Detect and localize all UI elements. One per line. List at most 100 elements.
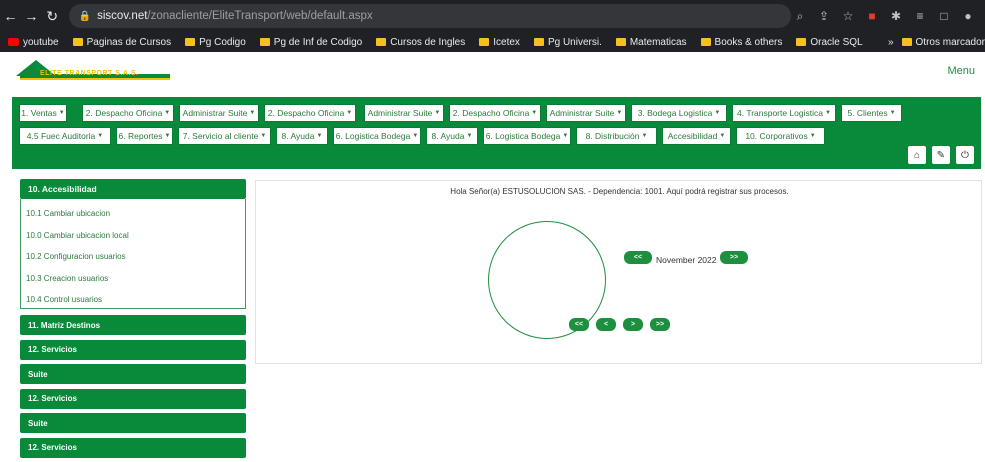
nav-menu-button[interactable]: 10. Corporativos ▼ [736, 127, 825, 145]
url-host: siscov.net [97, 10, 148, 22]
power-icon[interactable]: ⏻ [956, 146, 974, 164]
sidebar-item[interactable]: 10.0 Cambiar ubicacion local [21, 225, 245, 247]
nav-menu-button[interactable]: 8. Distribución ▼ [576, 127, 657, 145]
caret-down-icon: ▼ [346, 110, 353, 116]
edit-icon[interactable]: ✎ [932, 146, 950, 164]
sidebar-item[interactable]: 10.1 Cambiar ubicacion [21, 203, 245, 225]
main-panel: Hola Señor(a) ESTUSOLUCION SAS. - Depend… [255, 180, 982, 364]
folder-icon [615, 38, 626, 46]
bookmark-item[interactable]: Pg Codigo [185, 37, 246, 48]
bookmarks-bar: youtube Paginas de Cursos Pg Codigo Pg de I… [0, 32, 985, 52]
bookmark-item[interactable]: Oracle SQL [796, 37, 863, 48]
last-button[interactable]: >> [650, 318, 670, 331]
sidebar-section[interactable]: 12. Servicios [20, 437, 246, 458]
nav-menu-button[interactable]: Accesibilidad ▼ [662, 127, 731, 145]
prev-button[interactable]: < [596, 318, 616, 331]
other-bookmarks-area: » Otros marcador [881, 32, 985, 52]
more-bookmarks-button[interactable]: » [888, 37, 894, 48]
sidebar-section[interactable]: 11. Matriz Destinos [20, 315, 246, 335]
sidebar-section-accesibilidad[interactable]: 10. Accesibilidad [20, 179, 246, 199]
nav-menu-button[interactable]: 7. Servicio al cliente ▼ [178, 127, 271, 145]
nav-menu-button[interactable]: Administrar Suite ▼ [364, 104, 444, 122]
caret-down-icon: ▼ [249, 110, 256, 116]
sidebar: 10. Accesibilidad 10.1 Cambiar ubicacion… [20, 179, 246, 462]
zoom-icon[interactable]: ⌕ [791, 9, 809, 24]
sidebar-item[interactable]: 10.3 Creacion usuarios [21, 268, 245, 290]
greeting-text: Hola Señor(a) ESTUSOLUCION SAS. - Depend… [450, 187, 789, 196]
reload-icon[interactable]: ↻ [42, 8, 63, 25]
forward-icon[interactable]: → [21, 8, 42, 24]
folder-icon [72, 38, 83, 46]
month-label: November 2022 [656, 255, 717, 265]
caret-down-icon: ▼ [97, 133, 104, 139]
profile-icon[interactable]: ● [959, 9, 977, 24]
lock-icon: 🔒 [78, 10, 92, 22]
extension-icon[interactable]: ■ [863, 9, 881, 24]
back-icon[interactable]: ← [0, 8, 21, 24]
sidebar-item[interactable]: 10.2 Configuracion usuarios [21, 246, 245, 268]
sidepanel-icon[interactable]: □ [935, 9, 953, 24]
folder-icon [259, 38, 270, 46]
nav-menu-button[interactable]: 2. Despacho Oficina ▼ [82, 104, 174, 122]
other-bookmarks[interactable]: Otros marcador [901, 37, 985, 48]
caret-down-icon: ▼ [164, 133, 171, 139]
star-icon[interactable]: ☆ [839, 9, 857, 24]
nav-menu-button[interactable]: Administrar Suite ▼ [179, 104, 259, 122]
browser-toolbar: ← → ↻ 🔒 siscov.net/zonacliente/EliteTran… [0, 0, 985, 32]
url-path: /zonacliente/EliteTransport/web/default.… [147, 10, 373, 22]
sidebar-section[interactable]: Suite [20, 364, 246, 384]
caret-down-icon: ▼ [531, 110, 538, 116]
nav-menu-button[interactable]: 6. Logistica Bodega ▼ [483, 127, 571, 145]
caret-down-icon: ▼ [714, 110, 721, 116]
sidebar-section[interactable]: 12. Servicios [20, 388, 246, 409]
prev-month-button[interactable]: << [624, 251, 652, 264]
elite-transport-logo[interactable]: ELITE TRANSPORT S.A.S. [16, 60, 176, 86]
bookmark-item[interactable]: Pg Universi. [533, 37, 602, 48]
caret-down-icon: ▼ [825, 110, 831, 116]
nav-menu-button[interactable]: 4. Transporte Logistica ▼ [732, 104, 836, 122]
sidebar-section[interactable]: Suite [20, 413, 246, 433]
next-button[interactable]: > [623, 318, 643, 331]
nav-menu-button[interactable]: 6. Logistica Bodega ▼ [333, 127, 421, 145]
folder-icon [479, 38, 490, 46]
sidebar-section[interactable]: 12. Servicios [20, 339, 246, 360]
caret-down-icon: ▼ [316, 133, 323, 139]
bookmark-item[interactable]: Pg de Inf de Codigo [259, 37, 362, 48]
folder-icon [185, 38, 196, 46]
address-bar[interactable]: 🔒 siscov.net/zonacliente/EliteTransport/… [68, 4, 791, 28]
first-button[interactable]: << [569, 318, 589, 331]
nav-menu-button[interactable]: 2. Despacho Oficina ▼ [449, 104, 541, 122]
home-icon[interactable]: ⌂ [908, 146, 926, 164]
bookmark-item[interactable]: Paginas de Cursos [72, 37, 171, 48]
caret-down-icon: ▼ [719, 133, 726, 139]
nav-menu-button[interactable]: 4.5 Fuec Auditoria ▼ [19, 127, 111, 145]
folder-icon [533, 38, 544, 46]
bookmark-item[interactable]: Matematicas [615, 37, 687, 48]
folder-icon [376, 38, 387, 46]
nav-menu-button[interactable]: 2. Despacho Oficina ▼ [264, 104, 356, 122]
nav-menu-button[interactable]: 5. Clientes ▼ [841, 104, 902, 122]
folder-icon [700, 38, 711, 46]
nav-menu-button[interactable]: 6. Reportes ▼ [116, 127, 173, 145]
sidebar-submenu: 10.1 Cambiar ubicacion 10.0 Cambiar ubic… [20, 199, 246, 309]
nav-menu-button[interactable]: 8. Ayuda ▼ [426, 127, 478, 145]
bookmark-item[interactable]: Books & others [700, 37, 782, 48]
caret-down-icon: ▼ [58, 110, 65, 116]
caret-down-icon: ▼ [466, 133, 473, 139]
nav-menu-button[interactable]: 8. Ayuda ▼ [276, 127, 328, 145]
nav-menu-button[interactable]: Administrar Suite ▼ [546, 104, 626, 122]
caret-down-icon: ▼ [260, 133, 267, 139]
share-icon[interactable]: ⇪ [815, 9, 833, 24]
nav-menu-button[interactable]: 3. Bodega Logistica ▼ [631, 104, 727, 122]
reading-list-icon[interactable]: ≡ [911, 9, 929, 24]
bookmark-item[interactable]: Cursos de Ingles [376, 37, 465, 48]
puzzle-icon[interactable]: ✱ [887, 9, 905, 24]
menu-link[interactable]: Menu [947, 65, 975, 77]
bookmark-item[interactable]: Icetex [479, 37, 520, 48]
main-navigation: ⌂ ✎ ⏻ 1. Ventas ▼ 2. Despacho Oficina ▼ Admi… [12, 97, 981, 169]
nav-menu-button[interactable]: 1. Ventas ▼ [19, 104, 67, 122]
next-month-button[interactable]: >> [720, 251, 748, 264]
caret-down-icon: ▼ [434, 110, 441, 116]
bookmark-item[interactable]: youtube [8, 37, 59, 48]
sidebar-item[interactable]: 10.4 Control usuarios [21, 289, 245, 311]
